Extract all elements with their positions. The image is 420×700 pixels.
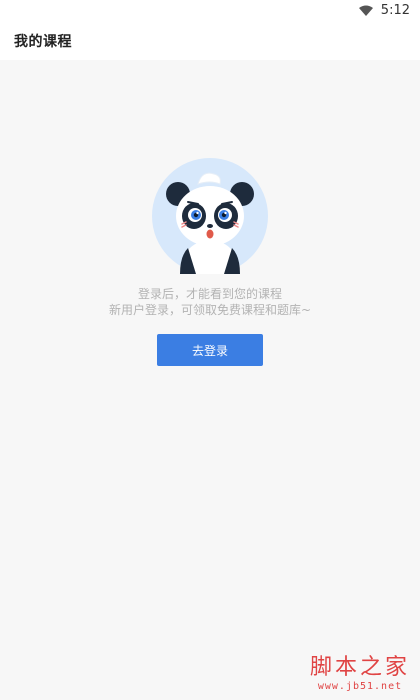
watermark-url: www.jb51.net — [317, 681, 403, 692]
clock: 5:12 — [380, 3, 410, 18]
status-bar: 5:12 — [0, 0, 420, 22]
login-button[interactable]: 去登录 — [157, 334, 263, 366]
watermark-title: 脚本之家 — [309, 655, 410, 680]
main-content: 登录后，才能看到您的课程 新用户登录，可领取免费课程和题库~ 去登录 — [0, 60, 420, 700]
new-user-hint-text: 新用户登录，可领取免费课程和题库~ — [108, 303, 312, 317]
status-icons: 5:12 — [358, 3, 410, 18]
app-header: 我的课程 — [0, 22, 420, 60]
wifi-icon — [358, 5, 373, 16]
login-hint-text: 登录后，才能看到您的课程 — [137, 287, 282, 301]
page-title: 我的课程 — [14, 34, 72, 50]
panda-avatar — [152, 158, 268, 274]
watermark: 脚本之家 www.jb51.net — [310, 655, 410, 692]
